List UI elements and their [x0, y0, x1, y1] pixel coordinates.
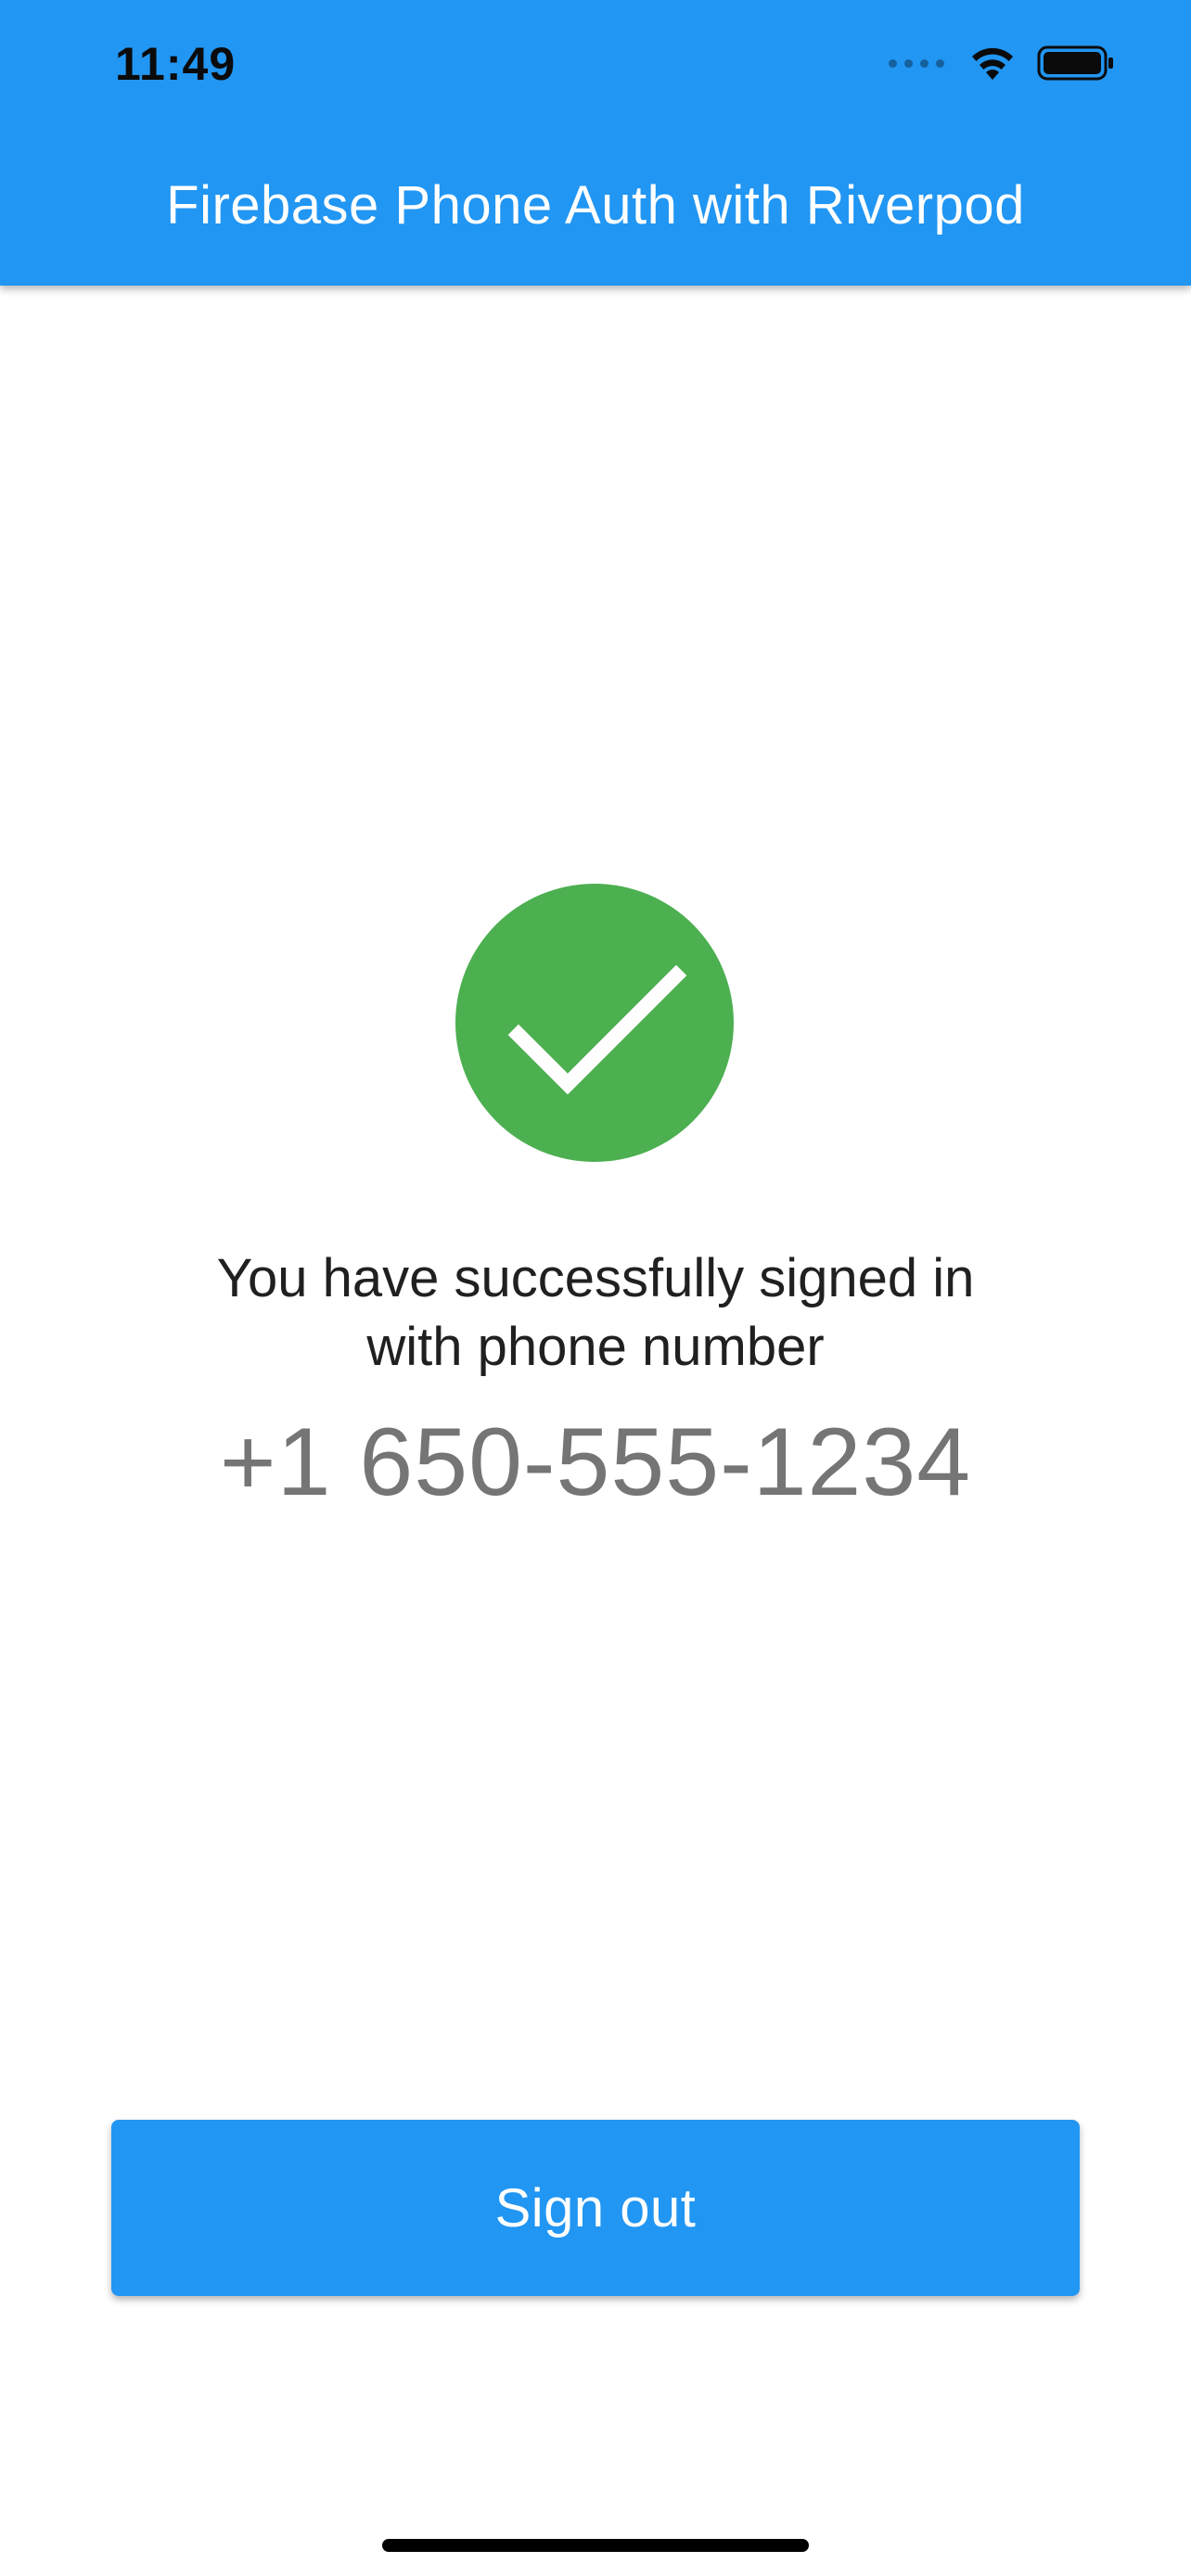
- screen: 11:49 Firebase Phone Auth with Riverpod …: [0, 0, 1191, 2576]
- check-circle-icon: [455, 884, 734, 1162]
- success-message-line2: with phone number: [366, 1317, 825, 1377]
- cellular-signal-icon: [889, 58, 944, 68]
- sign-out-button[interactable]: Sign out: [111, 2120, 1080, 2296]
- checkmark-icon: [507, 964, 687, 1095]
- app-header: 11:49 Firebase Phone Auth with Riverpod: [0, 0, 1191, 286]
- wifi-icon: [972, 47, 1013, 80]
- status-time: 11:49: [115, 38, 237, 90]
- success-message-line1: You have successfully signed in: [216, 1248, 975, 1308]
- status-icons: [889, 45, 1115, 82]
- phone-number: +1 650-555-1234: [219, 1409, 972, 1516]
- battery-icon: [1037, 45, 1113, 81]
- app-title: Firebase Phone Auth with Riverpod: [166, 175, 1025, 236]
- success-message: You have successfully signed in with pho…: [93, 1244, 1098, 1382]
- home-indicator[interactable]: [382, 2539, 809, 2552]
